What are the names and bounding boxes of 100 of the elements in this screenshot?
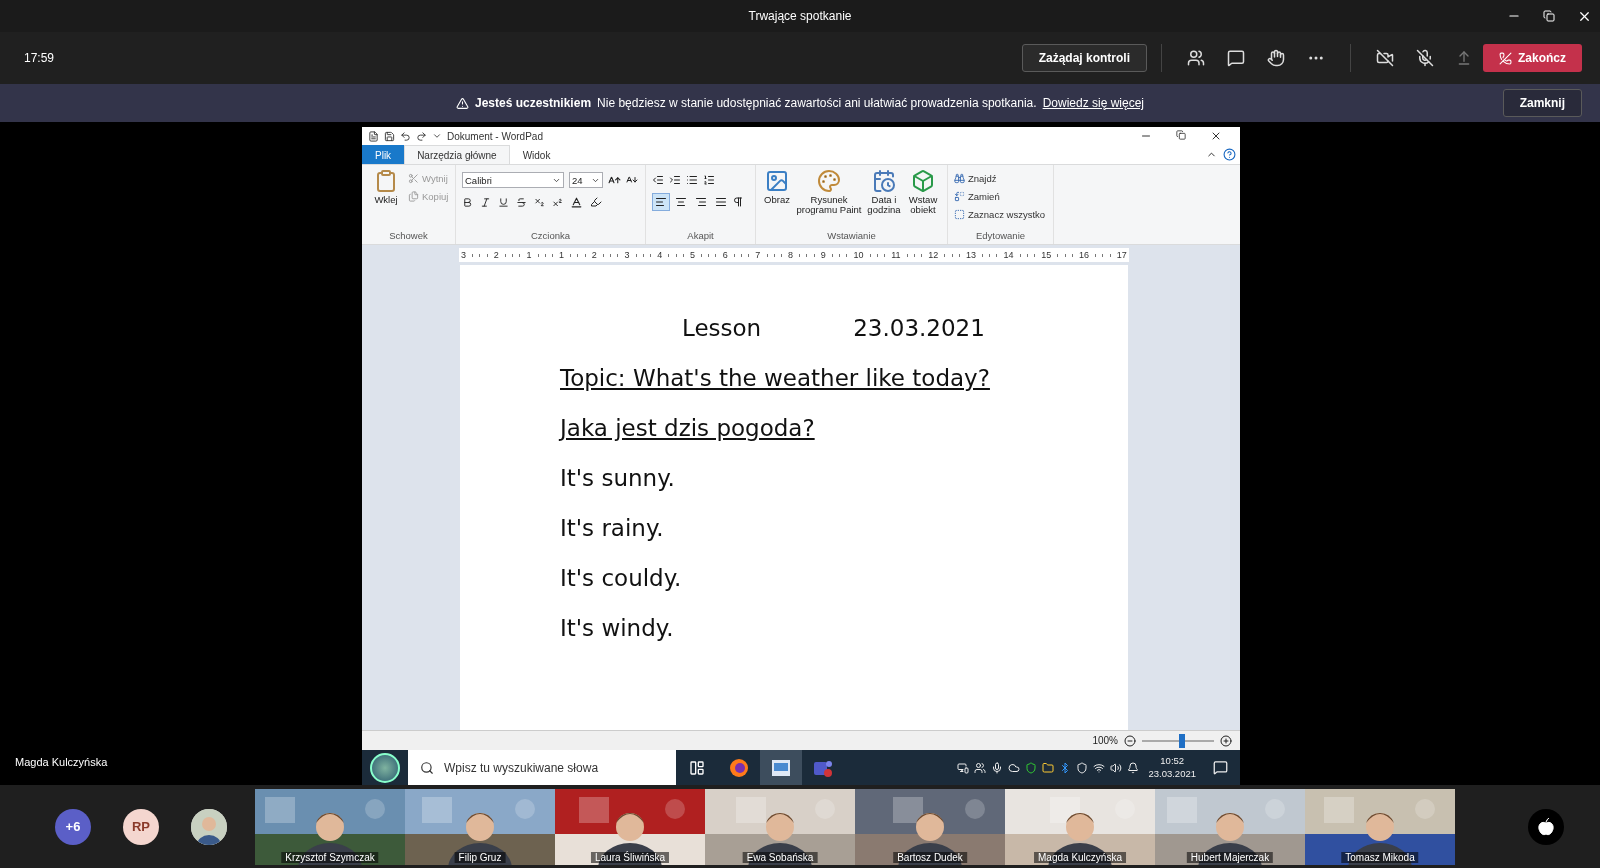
participant-name: Tomasz Mikoda — [1341, 851, 1419, 863]
calendar-icon — [872, 169, 896, 193]
scissors-icon — [408, 172, 419, 184]
tray-icon — [991, 761, 1004, 774]
taskbar-search-field[interactable]: Wpisz tu wyszukiwane słowa — [408, 750, 676, 785]
tray-icon — [957, 761, 970, 774]
subscript-icon[interactable] — [534, 196, 545, 208]
cube-icon — [911, 169, 935, 193]
share-icon[interactable] — [1456, 50, 1472, 66]
document-text: Topic: What's the weather like today? — [560, 365, 990, 391]
line-spacing-icon[interactable] — [703, 174, 715, 186]
phone-icon — [1499, 51, 1512, 65]
restore-icon[interactable] — [1176, 130, 1186, 140]
tray-icon — [1025, 761, 1038, 774]
bold-icon[interactable] — [462, 196, 473, 208]
save-icon[interactable] — [384, 130, 395, 142]
chat-icon[interactable] — [1227, 49, 1245, 67]
presenter-name: Magda Kulczyńska — [15, 756, 108, 768]
superscript-icon[interactable] — [552, 196, 563, 208]
wordpad-icon[interactable] — [760, 750, 802, 785]
ruler: 3 2 1 1 2 3 4 5 6 7 8 9 10 11 12 13 14 15 16 17 — [459, 248, 1129, 262]
close-icon[interactable] — [1210, 130, 1222, 142]
group-label: Schowek — [388, 230, 429, 243]
image-icon — [765, 169, 789, 193]
banner-message: Nie będziesz w stanie udostępniać zawartości ani ułatwiać prowadzenia spotkania. — [597, 96, 1037, 110]
document-text: It's sunny. — [560, 465, 675, 491]
end-call-button[interactable]: Zakończ — [1483, 44, 1582, 72]
tray-icon — [1127, 761, 1140, 774]
font-family-field[interactable]: Calibri — [462, 172, 564, 188]
document-text: It's couldy. — [560, 565, 682, 591]
tray-icon — [1110, 761, 1123, 774]
close-banner-button[interactable]: Zamknij — [1502, 89, 1582, 117]
paste-button[interactable]: Wklej — [368, 169, 404, 230]
start-button[interactable] — [370, 752, 400, 783]
replace-icon — [954, 190, 965, 202]
font-size-field[interactable]: 24 — [569, 172, 603, 188]
customize-icon[interactable] — [432, 131, 442, 141]
clock-date: 23.03.2021 — [1148, 767, 1196, 780]
document-text: It's windy. — [560, 615, 674, 641]
participant-name: Hubert Majerczak — [1186, 851, 1274, 863]
ribbon-tab[interactable]: Widok — [509, 145, 564, 164]
shrink-font-icon[interactable] — [626, 174, 638, 186]
palette-icon — [817, 169, 841, 193]
ribbon-tab[interactable]: Narzędzia główne — [404, 145, 510, 164]
group-label: Edytowanie — [974, 230, 1027, 243]
insert-button[interactable]: Rysunek programu Paint — [796, 169, 862, 230]
raise-hand-icon[interactable] — [1267, 49, 1285, 67]
italic-icon[interactable] — [480, 196, 491, 208]
participant-name: Magda Kulczyńska — [1034, 851, 1126, 863]
restore-icon[interactable] — [1543, 10, 1555, 22]
group-label: Wstawianie — [826, 230, 877, 243]
participant-name: Bartosz Dudek — [893, 851, 967, 863]
more-participants-badge[interactable]: +6 — [55, 808, 91, 845]
clipboard-icon — [374, 169, 398, 193]
request-control-button[interactable]: Zażądaj kontroli — [1021, 44, 1147, 72]
strikethrough-icon[interactable] — [516, 196, 527, 208]
help-icon[interactable] — [1223, 148, 1236, 161]
zoom-reading: 100% — [1092, 735, 1118, 746]
increase-indent-icon[interactable] — [669, 174, 681, 186]
undo-icon[interactable] — [400, 130, 411, 142]
document-text: Lesson — [682, 315, 762, 341]
edit-button[interactable]: Zaznacz wszystko — [954, 205, 1047, 223]
underline-icon[interactable] — [498, 196, 509, 208]
copy-icon — [408, 190, 419, 202]
participants-icon[interactable] — [1187, 49, 1205, 67]
window-title: Trwające spotkanie — [748, 9, 852, 23]
text-color-icon[interactable] — [570, 195, 583, 209]
notifications-icon[interactable] — [1213, 760, 1228, 775]
insert-button[interactable]: Obraz — [762, 169, 792, 230]
highlight-icon[interactable] — [590, 196, 602, 208]
search-icon — [420, 760, 434, 775]
zoom-in-icon[interactable] — [1220, 734, 1232, 747]
group-label: Akapit — [686, 230, 715, 243]
warning-icon — [456, 96, 469, 110]
decrease-indent-icon[interactable] — [652, 174, 664, 186]
paragraph-icon[interactable] — [732, 196, 744, 208]
tray-icon — [1042, 761, 1055, 774]
binoculars-icon — [954, 172, 965, 184]
app-badge[interactable] — [1528, 808, 1564, 845]
learn-more-link[interactable]: Dowiedz się więcej — [1042, 96, 1144, 110]
insert-button[interactable]: Data i godzina — [866, 169, 902, 230]
insert-button[interactable]: Wstaw obiekt — [906, 169, 940, 230]
app-icon — [368, 130, 379, 142]
camera-off-icon[interactable] — [1376, 49, 1394, 67]
zoom-out-icon[interactable] — [1124, 734, 1136, 747]
ribbon-tab[interactable]: Plik — [362, 145, 405, 164]
align-left-icon[interactable] — [652, 193, 670, 211]
participant-avatar[interactable]: RP — [123, 808, 159, 845]
document-title: Dokument - WordPad — [447, 130, 543, 142]
edit-button[interactable]: Zamień — [954, 187, 1047, 205]
group-label: Czcionka — [529, 230, 572, 243]
mic-off-icon[interactable] — [1416, 49, 1434, 67]
clock-time: 10:52 — [1160, 755, 1185, 768]
meeting-timer: 17:59 — [24, 51, 55, 65]
tray-icon — [1093, 761, 1106, 774]
document-text: 23.03.2021 — [853, 315, 985, 341]
edit-button[interactable]: Znajdź — [954, 169, 1047, 187]
bullet-list-icon[interactable] — [686, 174, 698, 186]
tray-icon — [974, 761, 987, 774]
redo-icon[interactable] — [416, 130, 427, 142]
